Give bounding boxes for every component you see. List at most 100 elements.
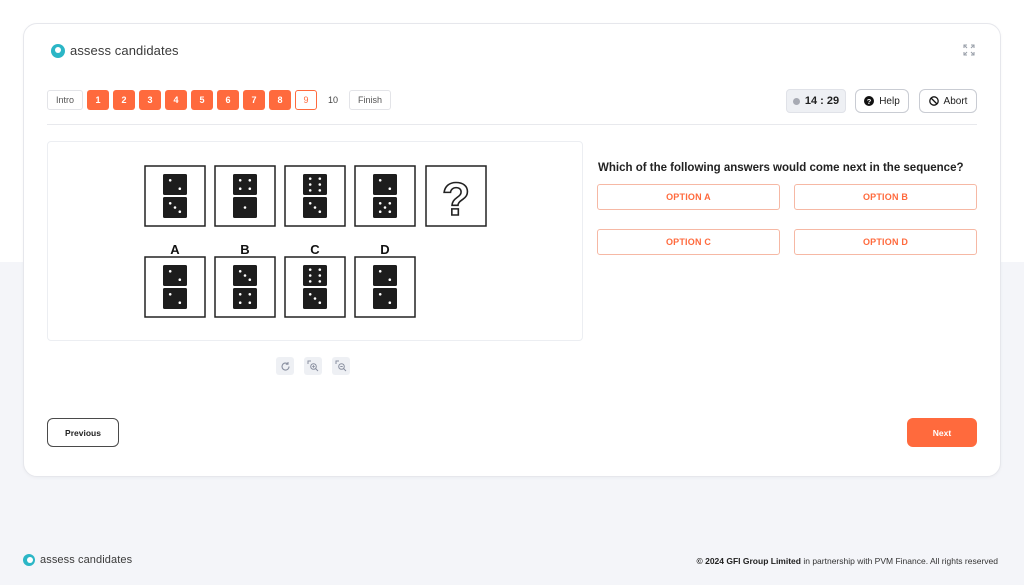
zoom-in-button[interactable] — [304, 357, 322, 375]
brand-name: assess candidates — [70, 43, 179, 58]
sequence-domino-3-top-pip — [318, 177, 322, 180]
answer-domino-c-top-pip — [318, 268, 322, 271]
answer-domino-c-bottom-pip — [308, 293, 312, 296]
rotate-icon — [281, 361, 290, 371]
sequence-domino-3-top-pip — [308, 189, 312, 192]
domino-sequence-figure: ? A B C D — [144, 165, 487, 318]
header-divider — [47, 124, 977, 125]
step-4[interactable]: 4 — [165, 90, 188, 110]
footer-copyright: © 2024 GFI Group Limited in partnership … — [696, 556, 998, 566]
answer-domino-b-bottom-pip — [238, 293, 242, 296]
sequence-domino-3-top-half — [303, 174, 327, 195]
help-button[interactable]: ? Help — [855, 89, 909, 113]
answer-domino-b-bottom-half — [233, 288, 257, 309]
answer-domino-b-bottom-pip — [248, 301, 252, 304]
expand-icon[interactable] — [963, 44, 975, 56]
answer-label-c: C — [310, 242, 320, 257]
sequence-domino-4-top-half — [373, 174, 397, 195]
step-3[interactable]: 3 — [139, 90, 162, 110]
zoom-out-button[interactable] — [332, 357, 350, 375]
step-5[interactable]: 5 — [191, 90, 214, 110]
timer: 14 : 29 — [786, 89, 846, 113]
sequence-domino-3-bottom-pip — [318, 210, 322, 213]
sequence-domino-4-top-pip — [388, 187, 392, 190]
option-c-button[interactable]: OPTION C — [597, 229, 780, 255]
answer-domino-c-top-pip — [318, 280, 322, 283]
step-8[interactable]: 8 — [269, 90, 292, 110]
sequence-domino-3-bottom-pip — [308, 202, 312, 205]
option-d-button[interactable]: OPTION D — [794, 229, 977, 255]
step-10[interactable]: 10 — [321, 90, 345, 110]
answer-domino-a-top-pip — [178, 278, 182, 281]
answer-domino-c-top-pip — [308, 274, 312, 277]
answer-domino-c-bottom-pip — [318, 301, 322, 304]
footer-brand-name: assess candidates — [40, 554, 133, 566]
sequence-domino-1-bottom-pip — [178, 210, 182, 213]
step-7[interactable]: 7 — [243, 90, 266, 110]
copyright-owner: © 2024 GFI Group Limited — [696, 556, 801, 566]
answer-domino-d-top-half — [373, 265, 397, 286]
previous-button[interactable]: Previous — [47, 418, 119, 447]
svg-text:?: ? — [867, 97, 872, 106]
sequence-domino-2-top-pip — [248, 187, 252, 190]
answer-label-b: B — [240, 242, 249, 257]
sequence-domino-3-top-pip — [308, 177, 312, 180]
question-text: Which of the following answers would com… — [598, 162, 964, 174]
sequence-domino-4-top-pip — [378, 179, 382, 182]
step-9[interactable]: 9 — [295, 90, 318, 110]
step-intro[interactable]: Intro — [47, 90, 84, 110]
sequence-domino-3-top-pip — [318, 183, 322, 186]
question-stepper: Intro 1 2 3 4 5 6 7 8 9 10 Finish — [47, 90, 392, 110]
answer-domino-c-bottom-pip — [313, 297, 317, 300]
step-6[interactable]: 6 — [217, 90, 240, 110]
sequence-domino-1-top-half — [163, 174, 187, 195]
answer-domino-a-bottom-pip — [178, 301, 182, 304]
sequence-domino-2-top-pip — [238, 179, 242, 182]
sequence-domino-3-top-pip — [318, 189, 322, 192]
next-button[interactable]: Next — [907, 418, 977, 447]
answer-domino-d-bottom-pip — [378, 293, 382, 296]
step-1[interactable]: 1 — [87, 90, 110, 110]
ban-icon — [928, 96, 939, 106]
header-logo: assess candidates — [51, 43, 179, 58]
footer-logo: assess candidates — [23, 554, 132, 566]
answer-domino-b-bottom-pip — [248, 293, 252, 296]
sequence-domino-3-top-pip — [308, 183, 312, 186]
option-b-button[interactable]: OPTION B — [794, 184, 977, 210]
sequence-domino-3-bottom-pip — [313, 206, 317, 209]
sequence-domino-4-bottom-pip — [383, 206, 387, 209]
puzzle-image: ? A B C D — [47, 141, 583, 341]
answer-domino-b-top-pip — [248, 278, 252, 281]
sequence-domino-2-bottom-pip — [243, 206, 247, 209]
sequence-domino-2-top-half — [233, 174, 257, 195]
answer-domino-d-top-pip — [378, 270, 382, 273]
answer-label-a: A — [170, 242, 180, 257]
answer-domino-a-bottom-half — [163, 288, 187, 309]
abort-button[interactable]: Abort — [919, 89, 977, 113]
answer-domino-c-top-pip — [318, 274, 322, 277]
answer-domino-d-top-pip — [388, 278, 392, 281]
footer-brand-logo-icon — [23, 554, 35, 566]
rotate-button[interactable] — [276, 357, 294, 375]
answer-domino-c-top-pip — [308, 268, 312, 271]
sequence-domino-2-top-pip — [238, 187, 242, 190]
sequence-domino-1-top-pip — [168, 179, 172, 182]
answer-domino-c-top-pip — [308, 280, 312, 283]
sequence-domino-4-bottom-pip — [378, 202, 382, 205]
clock-dot-icon — [792, 97, 800, 105]
answer-domino-a-top-pip — [168, 270, 172, 273]
sequence-domino-1-top-pip — [178, 187, 182, 190]
help-label: Help — [879, 95, 900, 107]
step-2[interactable]: 2 — [113, 90, 136, 110]
zoom-out-icon — [335, 360, 347, 372]
step-finish[interactable]: Finish — [349, 90, 392, 110]
timer-value: 14 : 29 — [804, 95, 840, 107]
abort-label: Abort — [943, 95, 968, 107]
help-circle-icon: ? — [864, 96, 875, 106]
sequence-domino-4-bottom-pip — [388, 210, 392, 213]
answer-domino-c-top-half — [303, 265, 327, 286]
option-a-button[interactable]: OPTION A — [597, 184, 780, 210]
step-number-list: 1 2 3 4 5 6 7 8 9 10 — [87, 90, 345, 110]
answer-domino-a-top-half — [163, 265, 187, 286]
sequence-domino-4-bottom-pip — [388, 202, 392, 205]
